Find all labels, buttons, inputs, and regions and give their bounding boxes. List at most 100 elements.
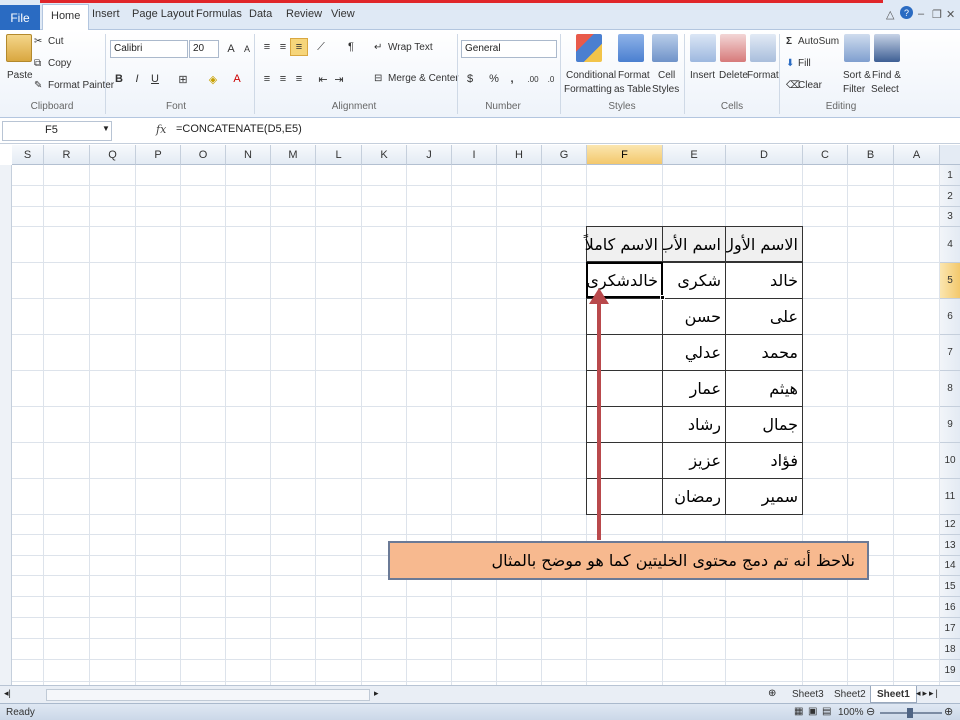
table-cell-first[interactable]: خالد (725, 262, 803, 299)
zoom-level[interactable]: 100% (838, 707, 864, 718)
row-header[interactable]: 14 (940, 556, 960, 576)
table-cell-first[interactable]: فؤاد (725, 442, 803, 479)
row-header[interactable]: 10 (940, 443, 960, 479)
format-as-table-button[interactable]: Format (618, 70, 650, 81)
italic-button[interactable]: I (128, 70, 146, 88)
column-header[interactable]: R (44, 145, 90, 165)
table-cell-father[interactable]: عزيز (662, 442, 726, 479)
column-header[interactable]: C (803, 145, 848, 165)
wrap-text-icon[interactable]: ↵ (374, 42, 382, 53)
page-break-view-icon[interactable]: ▤ (822, 706, 831, 717)
row-header[interactable]: 1 (940, 165, 960, 186)
close-icon[interactable]: ✕ (946, 8, 955, 21)
copy-button[interactable]: Copy (48, 58, 71, 69)
cell-styles-button-line2[interactable]: Styles (652, 84, 679, 95)
increase-decimal-button[interactable]: .00 (524, 70, 542, 88)
format-cells-icon[interactable] (750, 34, 776, 62)
column-header[interactable]: S (12, 145, 44, 165)
insert-cells-button[interactable]: Insert (690, 70, 715, 81)
tab-view[interactable]: View (331, 8, 355, 20)
autosum-icon[interactable]: Σ (786, 36, 792, 47)
column-header[interactable]: N (226, 145, 271, 165)
table-cell-first[interactable]: محمد (725, 334, 803, 371)
column-header[interactable]: A (894, 145, 940, 165)
row-header[interactable]: 3 (940, 207, 960, 227)
help-icon[interactable]: ? (900, 6, 913, 19)
sort-filter-button[interactable]: Sort & (843, 70, 871, 81)
column-header[interactable]: L (316, 145, 362, 165)
sort-filter-icon[interactable] (844, 34, 870, 62)
fill-color-icon[interactable]: ◈ (204, 70, 222, 88)
header-first-name[interactable]: الاسم الأول (722, 226, 803, 262)
scroll-left-icon[interactable]: ◂| (4, 688, 11, 699)
wrap-text-button[interactable]: Wrap Text (388, 42, 433, 53)
column-header[interactable]: G (542, 145, 587, 165)
font-name-select[interactable]: Calibri (110, 40, 188, 58)
paste-icon[interactable] (6, 34, 32, 62)
row-header[interactable]: 7 (940, 335, 960, 371)
column-header[interactable]: H (497, 145, 542, 165)
column-header[interactable]: E (663, 145, 726, 165)
currency-button[interactable]: $ (461, 70, 479, 88)
column-header[interactable]: K (362, 145, 407, 165)
collapse-ribbon-icon[interactable]: △ (886, 8, 894, 21)
column-header[interactable]: P (136, 145, 181, 165)
table-cell-first[interactable]: جمال (725, 406, 803, 443)
orientation-icon[interactable]: ⟋ (312, 38, 330, 56)
row-header[interactable]: 4 (940, 227, 960, 263)
page-layout-view-icon[interactable]: ▣ (808, 706, 817, 717)
copy-icon[interactable]: ⧉ (34, 58, 41, 69)
row-header[interactable]: 6 (940, 299, 960, 335)
row-header[interactable]: 8 (940, 371, 960, 407)
comma-button[interactable]: , (503, 70, 521, 88)
column-header[interactable]: I (452, 145, 497, 165)
normal-view-icon[interactable]: ▦ (794, 706, 803, 717)
formula-input[interactable]: =CONCATENATE(D5,E5) (176, 123, 302, 135)
decrease-decimal-button[interactable]: .0 (542, 70, 560, 88)
delete-cells-button[interactable]: Delete (719, 70, 748, 81)
zoom-in-icon[interactable]: ⊕ (944, 705, 953, 718)
borders-icon[interactable]: ⊞ (174, 70, 192, 88)
column-header[interactable]: B (848, 145, 894, 165)
number-format-select[interactable]: General (461, 40, 557, 58)
format-painter-icon[interactable]: ✎ (34, 80, 42, 91)
row-header[interactable]: 2 (940, 186, 960, 207)
sheet-tab-1[interactable]: Sheet1 (870, 686, 917, 703)
underline-button[interactable]: U (146, 70, 164, 88)
table-cell-father[interactable]: عمار (662, 370, 726, 407)
row-header[interactable]: 12 (940, 515, 960, 535)
fill-button[interactable]: Fill (798, 58, 811, 69)
merge-center-icon[interactable]: ⊟ (374, 73, 382, 84)
table-cell-first[interactable]: على (725, 298, 803, 335)
table-cell-father[interactable]: حسن (662, 298, 726, 335)
font-color-icon[interactable]: A (228, 70, 246, 88)
sheet-tab-2[interactable]: Sheet2 (828, 686, 872, 703)
find-select-button-line2[interactable]: Select (871, 84, 899, 95)
format-as-table-button-line2[interactable]: as Table (614, 84, 651, 95)
header-father-name[interactable]: اسم الأب (659, 226, 726, 262)
cell-styles-button[interactable]: Cell (658, 70, 675, 81)
row-header[interactable]: 9 (940, 407, 960, 443)
row-header[interactable]: 5 (940, 263, 960, 299)
conditional-formatting-button[interactable]: Conditional (566, 70, 616, 81)
zoom-slider-thumb[interactable] (907, 708, 913, 718)
horizontal-scrollbar[interactable] (46, 689, 370, 701)
table-cell-father[interactable]: عدلي (662, 334, 726, 371)
paste-button[interactable]: Paste (7, 70, 33, 81)
row-header[interactable]: 11 (940, 479, 960, 515)
row-header[interactable]: 18 (940, 639, 960, 660)
row-header[interactable]: 16 (940, 597, 960, 618)
find-select-icon[interactable] (874, 34, 900, 62)
fill-icon[interactable]: ⬇ (786, 58, 794, 69)
insert-cells-icon[interactable] (690, 34, 716, 62)
worksheet-grid[interactable]: SRQPONMLKJIHGFEDCBA 1 2 3 4 5 6 7 8 9 10 11 12 13 14 1… (0, 145, 960, 685)
fill-handle[interactable] (660, 295, 665, 300)
table-cell-father[interactable]: رشاد (662, 406, 726, 443)
row-header[interactable]: 17 (940, 618, 960, 639)
insert-sheet-icon[interactable]: ⊕ (768, 688, 776, 699)
find-select-button[interactable]: Find & (872, 70, 901, 81)
column-header[interactable]: J (407, 145, 452, 165)
cut-button[interactable]: Cut (48, 36, 64, 47)
tab-home[interactable]: Home (42, 4, 90, 31)
table-cell-first[interactable]: هيثم (725, 370, 803, 407)
